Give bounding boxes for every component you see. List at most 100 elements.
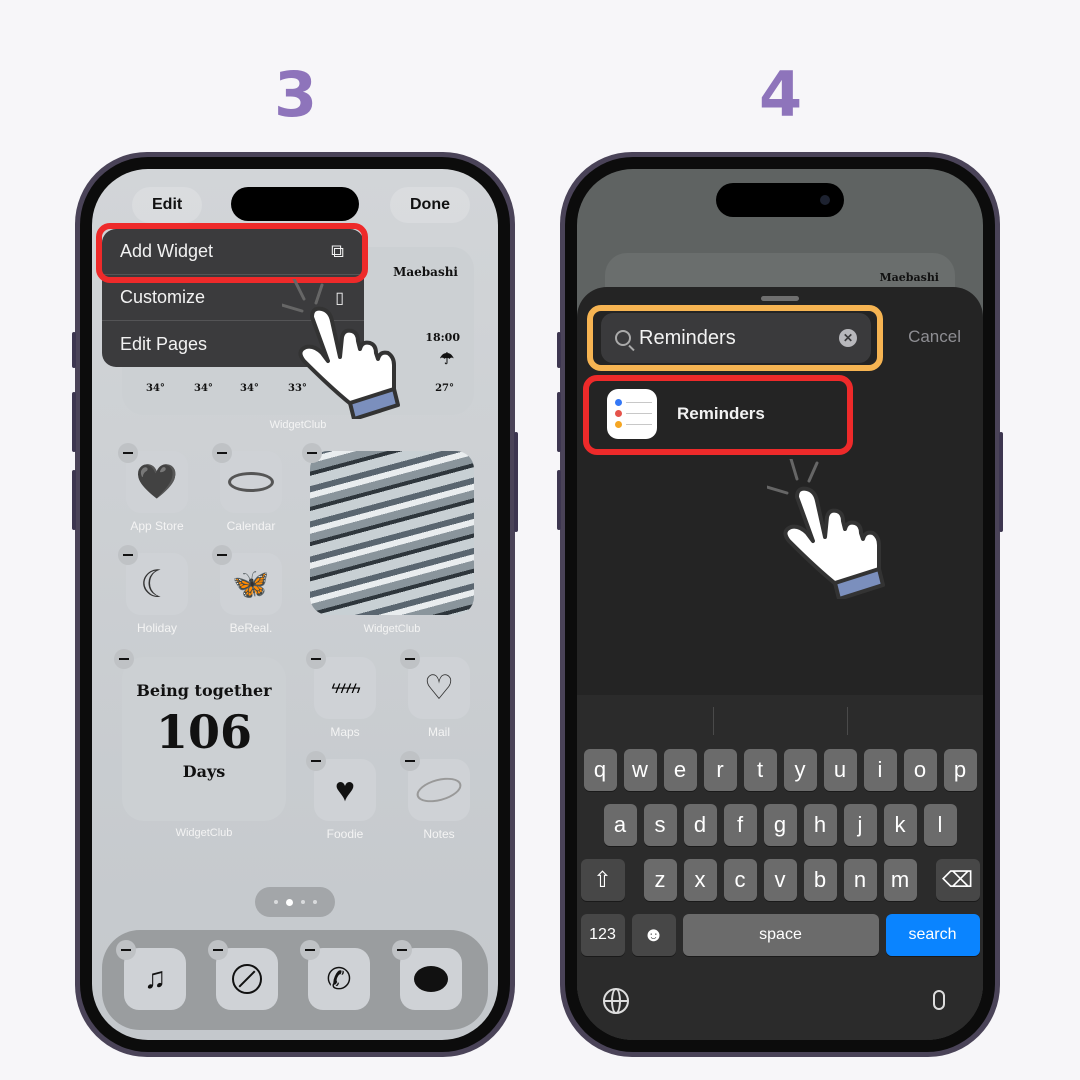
remove-icon[interactable] (118, 545, 138, 565)
page-dot (312, 900, 317, 904)
key-w[interactable]: w (623, 749, 657, 791)
power-button (999, 432, 1003, 532)
days-title: Being together (136, 681, 272, 700)
widget-gallery-screen: Maebashi Reminders ✕ Cancel Reminders q … (577, 169, 983, 1040)
space-key[interactable]: space (682, 914, 879, 956)
weather-city: Maebashi (393, 265, 458, 279)
shift-icon: ⇧ (593, 867, 612, 892)
dock-app-messages[interactable] (392, 940, 462, 1010)
app-holiday[interactable]: ☾ (118, 545, 188, 615)
app-bereal[interactable]: 🦋 (212, 545, 282, 615)
cancel-button[interactable]: Cancel (908, 327, 961, 347)
numbers-key[interactable]: 123 (580, 914, 625, 956)
key-h[interactable]: h (803, 804, 837, 846)
page-dot-active (285, 898, 293, 906)
key-c[interactable]: c (723, 859, 757, 901)
app-label: Maps (330, 725, 360, 739)
remove-icon[interactable] (208, 940, 228, 960)
key-f[interactable]: f (723, 804, 757, 846)
volume-up-button (557, 392, 561, 452)
app-mail[interactable]: ♡ (400, 649, 470, 719)
remove-icon[interactable] (302, 443, 322, 463)
dynamic-island (716, 183, 844, 217)
app-app-store[interactable]: 🖤 (118, 443, 188, 513)
days-count: 106 (155, 705, 253, 759)
done-button[interactable]: Done (390, 187, 470, 223)
key-p[interactable]: p (943, 749, 977, 791)
page-indicator[interactable] (255, 887, 335, 917)
tap-burst-line (767, 485, 789, 495)
phone-step-4: Maebashi Reminders ✕ Cancel Reminders q … (557, 152, 1003, 1057)
photo-widget[interactable] (302, 443, 474, 615)
key-g[interactable]: g (763, 804, 797, 846)
phone-icon: ✆ (326, 962, 352, 996)
key-o[interactable]: o (903, 749, 937, 791)
highlight-search-field (587, 305, 883, 371)
remove-icon[interactable] (212, 545, 232, 565)
key-a[interactable]: a (603, 804, 637, 846)
sheet-grabber[interactable] (761, 296, 799, 301)
remove-icon[interactable] (212, 443, 232, 463)
remove-icon[interactable] (400, 751, 420, 771)
home-screen-edit-mode: Edit Done Maebashi 18:00 ☂ 34° 34° 34° 3… (92, 169, 498, 1040)
phone-step-3: Edit Done Maebashi 18:00 ☂ 34° 34° 34° 3… (72, 152, 518, 1057)
days-counter-widget[interactable]: Being together 106 Days (114, 649, 286, 821)
dock-app-music[interactable]: ♫ (116, 940, 186, 1010)
key-l[interactable]: l (923, 804, 957, 846)
key-d[interactable]: d (683, 804, 717, 846)
remove-icon[interactable] (118, 443, 138, 463)
delete-key[interactable]: ⌫ (935, 859, 980, 901)
search-key[interactable]: search (885, 914, 980, 956)
widget-label: WidgetClub (269, 419, 327, 431)
widget-label: WidgetClub (175, 827, 233, 839)
dock-app-safari[interactable] (208, 940, 278, 1010)
key-b[interactable]: b (803, 859, 837, 901)
key-v[interactable]: v (763, 859, 797, 901)
lightning-icon: ϟϟϟϟϟ (331, 680, 360, 696)
remove-icon[interactable] (114, 649, 134, 669)
keyboard: qwertyuiop asdfghjkl ⇧ zxcvbnm ⌫ 123 ☻ s… (577, 695, 983, 1040)
key-t[interactable]: t (743, 749, 777, 791)
globe-icon[interactable] (603, 988, 629, 1014)
volume-up-button (72, 392, 76, 452)
app-foodie[interactable]: ♥ (306, 751, 376, 821)
dynamic-island (231, 187, 359, 221)
moon-icon: ☾ (139, 563, 175, 606)
remove-icon[interactable] (306, 751, 326, 771)
remove-icon[interactable] (306, 649, 326, 669)
app-label: Calendar (226, 519, 276, 533)
key-i[interactable]: i (863, 749, 897, 791)
key-x[interactable]: x (683, 859, 717, 901)
app-calendar[interactable] (212, 443, 282, 513)
app-label: Foodie (326, 827, 364, 841)
key-k[interactable]: k (883, 804, 917, 846)
remove-icon[interactable] (116, 940, 136, 960)
highlight-reminders-result (583, 375, 853, 455)
key-q[interactable]: q (583, 749, 617, 791)
key-s[interactable]: s (643, 804, 677, 846)
emoji-key[interactable]: ☻ (631, 914, 676, 956)
key-j[interactable]: j (843, 804, 877, 846)
app-maps[interactable]: ϟϟϟϟϟ (306, 649, 376, 719)
key-r[interactable]: r (703, 749, 737, 791)
keyboard-row-3: ⇧ zxcvbnm ⌫ (577, 859, 983, 901)
remove-icon[interactable] (300, 940, 320, 960)
key-e[interactable]: e (663, 749, 697, 791)
key-z[interactable]: z (643, 859, 677, 901)
app-notes[interactable] (400, 751, 470, 821)
weather-time: 18:00 (425, 331, 460, 344)
key-n[interactable]: n (843, 859, 877, 901)
tap-burst-line (807, 461, 819, 483)
dock-app-phone[interactable]: ✆ (300, 940, 370, 1010)
shift-key[interactable]: ⇧ (580, 859, 625, 901)
step-number-3: 3 (274, 58, 318, 131)
key-y[interactable]: y (783, 749, 817, 791)
remove-icon[interactable] (400, 649, 420, 669)
ring-icon (228, 472, 274, 492)
edit-button[interactable]: Edit (132, 187, 203, 223)
key-m[interactable]: m (883, 859, 917, 901)
key-u[interactable]: u (823, 749, 857, 791)
remove-icon[interactable] (392, 940, 412, 960)
tap-burst-line (292, 279, 306, 301)
microphone-icon[interactable] (933, 990, 945, 1010)
